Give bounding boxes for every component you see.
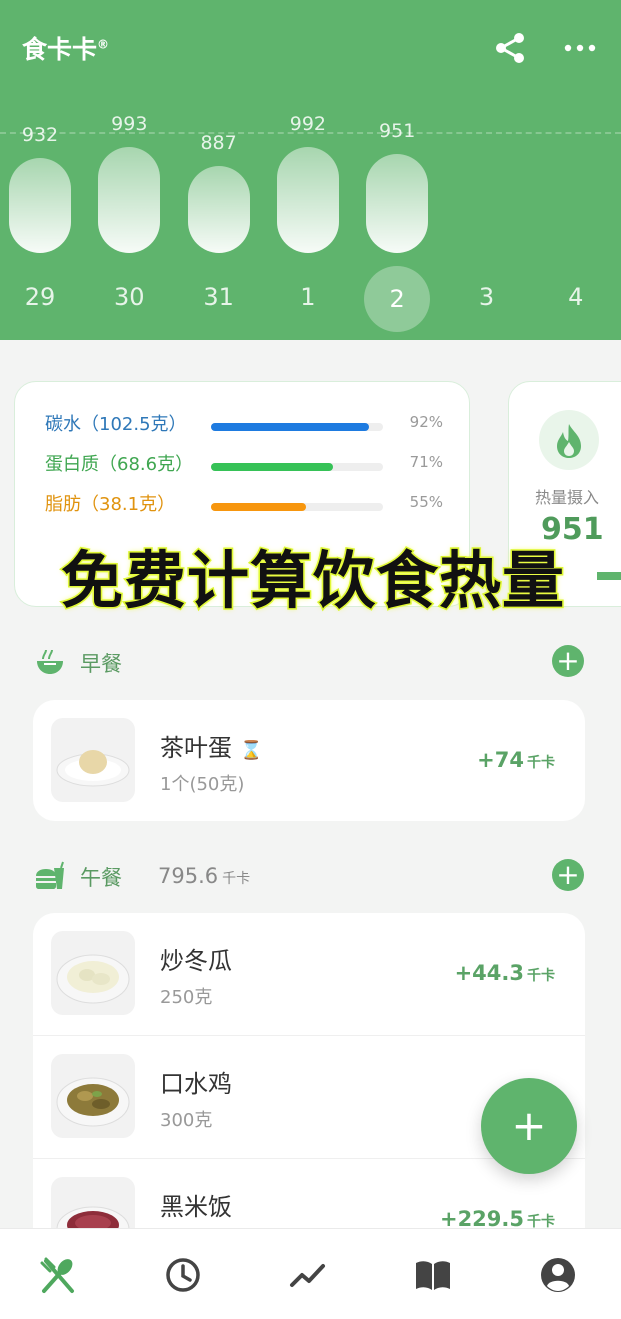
clock-icon[interactable] bbox=[163, 1255, 203, 1295]
day-bar bbox=[98, 147, 161, 253]
burger-drink-icon bbox=[36, 861, 64, 889]
macro-fill bbox=[211, 463, 334, 471]
macro-row-carbs: 碳水（102.5克） 92% bbox=[45, 410, 455, 440]
macro-fill bbox=[211, 503, 306, 511]
lunch-total: 795.6 千卡 bbox=[158, 864, 251, 888]
food-item[interactable]: 炒冬瓜 250克 +44.3 千卡 bbox=[33, 913, 585, 1036]
macro-row-fat: 脂肪（38.1克） 55% bbox=[45, 490, 455, 520]
profile-icon[interactable] bbox=[538, 1255, 578, 1295]
day-kcal: 887 bbox=[200, 132, 237, 154]
day-column[interactable]: 993 30 bbox=[84, 0, 174, 340]
bowl-icon bbox=[37, 649, 63, 674]
day-column[interactable]: 992 1 bbox=[263, 0, 353, 340]
macro-track bbox=[211, 503, 383, 511]
macro-percent: 92% bbox=[409, 413, 443, 431]
food-photo bbox=[51, 931, 135, 1015]
macro-track bbox=[211, 423, 383, 431]
breakfast-list: 茶叶蛋 ⌛ 1个(50克) +74 千卡 bbox=[33, 700, 585, 821]
macro-label: 碳水（102.5克） bbox=[45, 414, 187, 435]
day-column[interactable]: 887 31 bbox=[174, 0, 264, 340]
food-kcal: +44.3 千卡 bbox=[454, 961, 555, 985]
bottom-nav bbox=[0, 1228, 621, 1319]
promo-banner: 免费计算饮食热量 bbox=[59, 543, 565, 619]
food-kcal: +74 千卡 bbox=[477, 748, 555, 772]
lunch-title: 午餐 bbox=[80, 866, 122, 890]
macro-row-protein: 蛋白质（68.6克） 71% bbox=[45, 450, 455, 480]
breakfast-title: 早餐 bbox=[80, 652, 122, 676]
food-item[interactable]: 茶叶蛋 ⌛ 1个(50克) +74 千卡 bbox=[33, 700, 585, 821]
add-lunch-button[interactable]: + bbox=[552, 859, 584, 891]
food-amount: 1个(50克) bbox=[160, 774, 245, 795]
day-kcal: 932 bbox=[21, 124, 59, 146]
day-bar bbox=[366, 154, 429, 253]
book-icon[interactable] bbox=[413, 1255, 453, 1295]
day-kcal: 992 bbox=[289, 113, 327, 135]
flame-icon bbox=[557, 424, 581, 458]
macro-track bbox=[211, 463, 383, 471]
app-screen: 食卡卡® 932 29 993 30 887 31 992 1 951 2 3 4 碳水（102.5克… bbox=[0, 0, 621, 1319]
header: 食卡卡® 932 29 993 30 887 31 992 1 951 2 3 4 bbox=[0, 0, 621, 340]
flame-badge bbox=[539, 410, 599, 470]
food-name: 茶叶蛋 ⌛ bbox=[160, 734, 263, 762]
intake-label: 热量摄入 bbox=[535, 488, 600, 507]
food-name: 炒冬瓜 bbox=[160, 947, 232, 975]
breakfast-header: 早餐 + bbox=[34, 642, 586, 682]
day-number-selected[interactable]: 2 bbox=[364, 266, 431, 332]
macro-label: 脂肪（38.1克） bbox=[45, 494, 176, 515]
day-number[interactable]: 31 bbox=[174, 266, 264, 328]
day-bar bbox=[9, 158, 71, 253]
day-column[interactable]: 932 29 bbox=[0, 0, 85, 340]
day-kcal: 951 bbox=[379, 120, 416, 142]
food-photo bbox=[51, 718, 135, 802]
day-column[interactable]: 3 bbox=[442, 0, 532, 340]
food-photo bbox=[51, 1054, 135, 1138]
food-name: 黑米饭 bbox=[160, 1193, 232, 1221]
day-column[interactable]: 4 bbox=[531, 0, 621, 340]
day-column[interactable]: 951 2 bbox=[352, 0, 442, 340]
macro-fill bbox=[211, 423, 370, 431]
hourglass-icon: ⌛ bbox=[240, 740, 263, 761]
day-number[interactable]: 30 bbox=[84, 266, 174, 328]
macro-label: 蛋白质（68.6克） bbox=[45, 454, 194, 475]
day-bar bbox=[187, 166, 250, 253]
lunch-header: 午餐 795.6 千卡 + bbox=[34, 856, 586, 896]
day-number[interactable]: 4 bbox=[531, 266, 621, 328]
day-number[interactable]: 3 bbox=[442, 266, 532, 328]
day-bar bbox=[276, 147, 339, 253]
day-kcal: 993 bbox=[111, 113, 148, 135]
add-food-fab[interactable]: + bbox=[481, 1078, 577, 1174]
food-amount: 300克 bbox=[160, 1110, 213, 1131]
lunch-list: 炒冬瓜250克+44.3千卡口水鸡300克+521黑米饭+229.5千卡 bbox=[33, 913, 585, 1253]
cutlery-icon[interactable] bbox=[38, 1255, 78, 1295]
trend-icon[interactable] bbox=[288, 1255, 328, 1295]
macro-percent: 55% bbox=[409, 493, 443, 511]
food-name: 口水鸡 bbox=[160, 1070, 232, 1098]
food-amount: 250克 bbox=[160, 987, 213, 1008]
day-number[interactable]: 29 bbox=[0, 266, 85, 328]
macro-percent: 71% bbox=[409, 453, 443, 471]
day-number[interactable]: 1 bbox=[263, 266, 353, 328]
add-breakfast-button[interactable]: + bbox=[552, 645, 584, 677]
